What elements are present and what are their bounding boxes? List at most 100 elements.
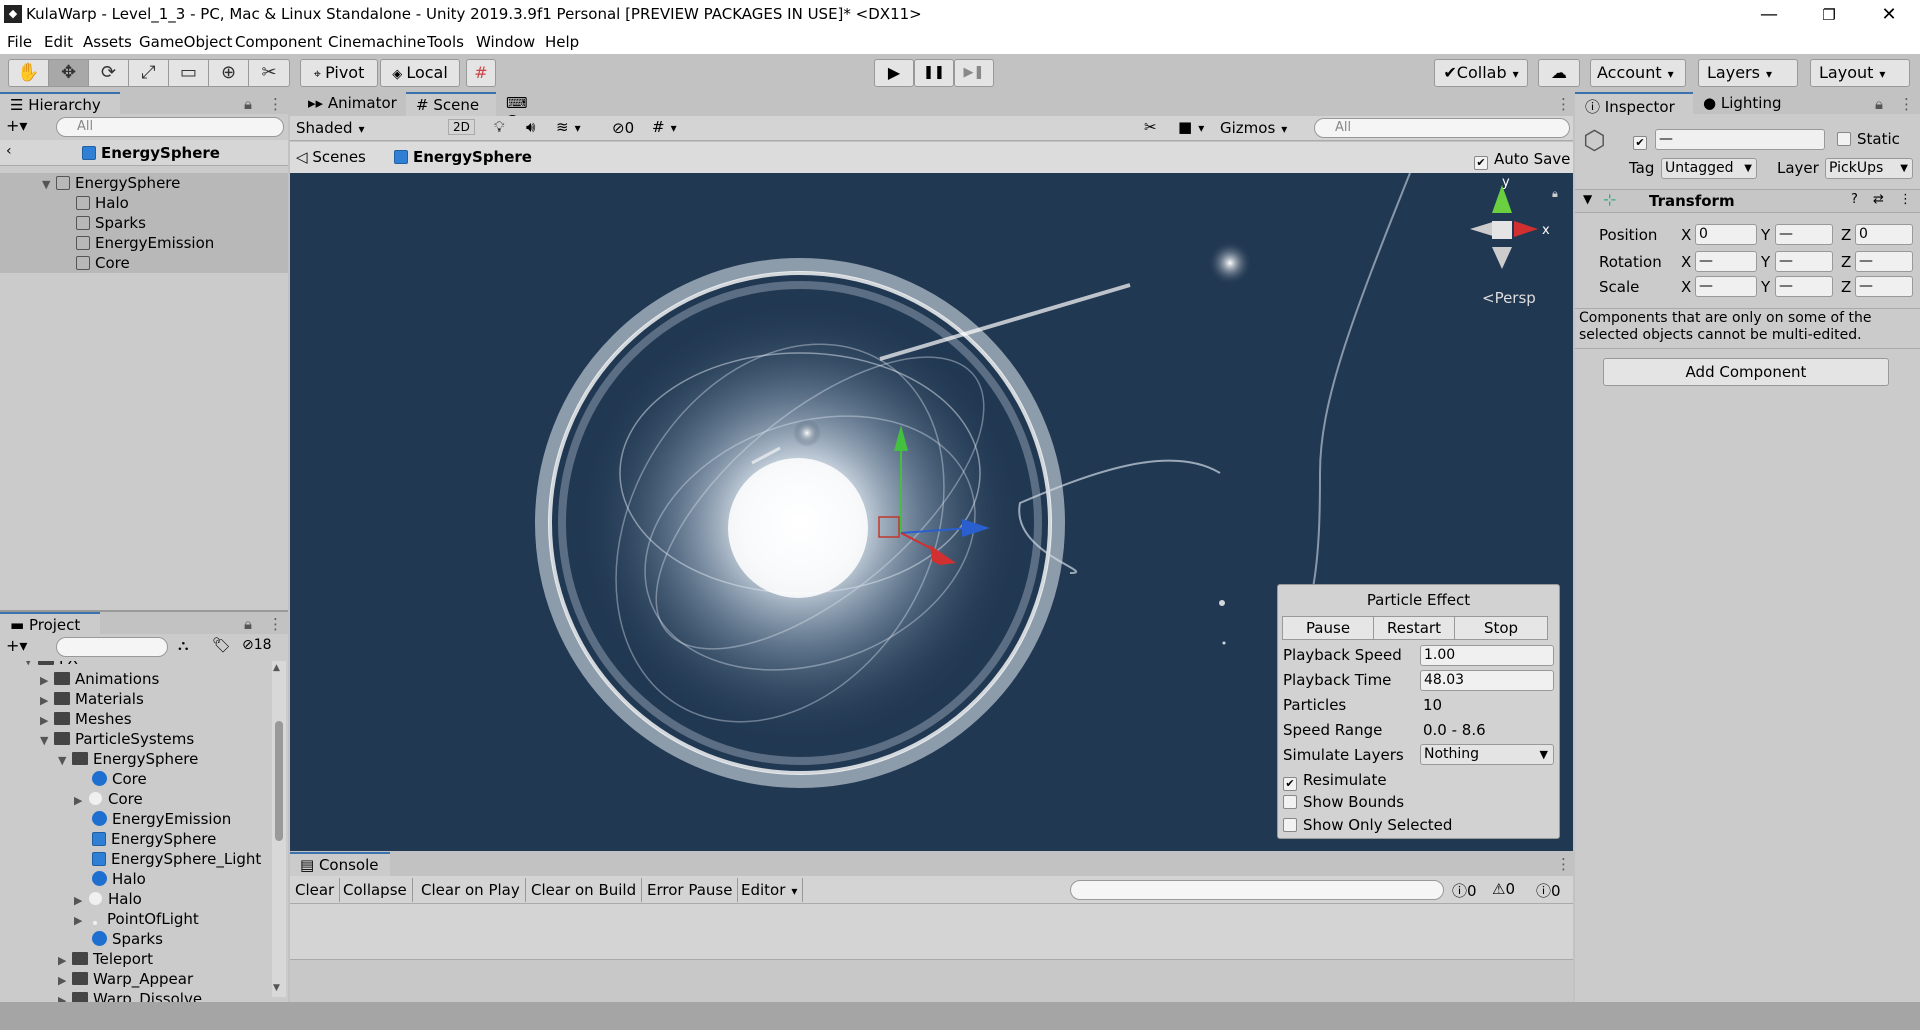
position-x-field[interactable]: 0 [1695, 224, 1757, 245]
menu-window[interactable]: Window [476, 33, 535, 51]
breadcrumb-current[interactable]: EnergySphere [394, 148, 532, 166]
list-item[interactable]: Core [0, 769, 270, 789]
tab-inspector[interactable]: ⓘ Inspector [1575, 92, 1693, 116]
hierarchy-item[interactable]: Core [0, 253, 288, 273]
grid-toggle-icon[interactable]: # [652, 118, 677, 136]
expand-arrow-icon[interactable]: ▼ [40, 731, 54, 751]
list-item[interactable]: ▶ Warp_Appear [0, 969, 270, 989]
close-icon[interactable]: ✕ [1866, 2, 1912, 28]
collapsed-arrow-icon[interactable]: ▶ [40, 691, 54, 711]
more-icon[interactable]: ⋮ [1556, 855, 1571, 873]
scale-x-field[interactable]: — [1695, 276, 1757, 297]
menu-tools[interactable]: Tools [427, 33, 464, 51]
local-button[interactable]: ◈ Local [380, 59, 460, 87]
scroll-down-icon[interactable]: ▼ [273, 983, 280, 993]
add-component-button[interactable]: Add Component [1603, 358, 1889, 386]
shading-dropdown[interactable]: Shaded [296, 119, 442, 137]
menu-gameobject[interactable]: GameObject [139, 33, 233, 51]
expand-arrow-icon[interactable]: ▼ [42, 175, 56, 195]
collapsed-arrow-icon[interactable]: ▶ [40, 711, 54, 731]
cloud-icon[interactable]: ☁ [1538, 59, 1580, 87]
lock-icon[interactable]: 🔒︎ [1552, 187, 1558, 201]
console-log-area[interactable] [290, 904, 1573, 960]
menu-assets[interactable]: Assets [83, 33, 132, 51]
tab-scene[interactable]: # Scene [406, 92, 496, 116]
tools-icon[interactable]: ✂ [1144, 118, 1157, 136]
collab-dropdown[interactable]: ✔Collab [1434, 59, 1528, 87]
error-pause-button[interactable]: Error Pause [642, 878, 739, 902]
tab-hierarchy[interactable]: ☰ Hierarchy [0, 92, 120, 116]
tab-animator[interactable]: ▸▸ Animator [298, 92, 408, 116]
pivot-button[interactable]: ⌖ Pivot [300, 59, 378, 87]
more-icon[interactable]: ⋮ [268, 95, 283, 113]
rotate-icon[interactable]: ⟳ [89, 60, 129, 86]
list-item[interactable]: ▶ Materials [0, 689, 270, 709]
menu-help[interactable]: Help [545, 33, 579, 51]
list-item[interactable]: ▶ PointOfLight [0, 909, 270, 929]
transform-icon[interactable]: ⊕ [209, 60, 249, 86]
hidden-objects-icon[interactable]: ⊘0 [612, 119, 634, 137]
hierarchy-item[interactable]: ▼ EnergySphere [0, 173, 288, 193]
tag-dropdown[interactable]: Untagged ▼ [1661, 158, 1757, 179]
filter-label-icon[interactable]: 🏷︎ [212, 636, 231, 654]
projection-label[interactable]: <Persp [1482, 289, 1536, 307]
list-item[interactable]: ▶ Teleport [0, 949, 270, 969]
list-item[interactable]: ▶ Animations [0, 669, 270, 689]
scroll-thumb[interactable] [275, 721, 283, 841]
rotation-y-field[interactable]: — [1775, 251, 1833, 272]
grid-snap-icon[interactable]: # [466, 59, 496, 87]
clear-button[interactable]: Clear [290, 878, 341, 902]
list-item[interactable]: EnergySphere_Light [0, 849, 270, 869]
pause-icon[interactable]: ❚❚ [914, 59, 954, 87]
list-item[interactable]: ▼ EnergySphere [0, 749, 270, 769]
add-icon[interactable]: +▾ [6, 636, 27, 655]
auto-save-toggle[interactable]: ✔ Auto Save [1474, 150, 1570, 170]
collapsed-arrow-icon[interactable]: ▶ [58, 971, 72, 991]
add-icon[interactable]: +▾ [6, 116, 27, 135]
rect-icon[interactable]: ▭ [169, 60, 209, 86]
hierarchy-item[interactable]: Halo [0, 193, 288, 213]
lighting-icon[interactable]: 💡︎ [494, 118, 505, 136]
collapse-button[interactable]: Collapse [338, 878, 413, 902]
tab-project[interactable]: ▬ Project [0, 612, 100, 636]
menu-component[interactable]: Component [235, 33, 322, 51]
audio-icon[interactable]: 🔊︎ [526, 118, 535, 136]
project-scrollbar[interactable]: ▲ ▼ [272, 661, 286, 997]
stop-button[interactable]: Stop [1454, 616, 1548, 640]
simulate-layers-dropdown[interactable]: Nothing ▼ [1420, 744, 1554, 765]
scale-y-field[interactable]: — [1775, 276, 1833, 297]
error-count[interactable]: ⓘ0 [1536, 880, 1561, 901]
hierarchy-search[interactable]: All [56, 117, 284, 137]
camera-icon[interactable]: ■ [1178, 118, 1204, 136]
hierarchy-item[interactable]: Sparks [0, 213, 288, 233]
layers-dropdown[interactable]: Layers [1698, 59, 1798, 87]
warning-count[interactable]: ⚠0 [1492, 880, 1515, 898]
more-icon[interactable]: ⋮ [1899, 95, 1914, 113]
scale-z-field[interactable]: — [1855, 276, 1913, 297]
position-z-field[interactable]: 0 [1855, 224, 1913, 245]
clear-on-play-button[interactable]: Clear on Play [416, 878, 526, 902]
pause-button[interactable]: Pause [1282, 616, 1374, 640]
2d-toggle[interactable]: 2D [448, 119, 475, 135]
list-item[interactable]: Halo [0, 869, 270, 889]
lock-icon[interactable]: 🔒︎ [1875, 95, 1883, 113]
playback-time-field[interactable]: 48.03 [1420, 670, 1554, 691]
expand-arrow-icon[interactable]: ▼ [58, 751, 72, 771]
hidden-count[interactable]: ⊘18 [242, 637, 272, 653]
scene-search[interactable]: All [1314, 118, 1570, 138]
menu-cinemachine[interactable]: Cinemachine [328, 33, 426, 51]
tab-console[interactable]: ▤ Console [290, 852, 390, 876]
scale-icon[interactable]: ⤢ [129, 60, 169, 86]
orientation-gizmo[interactable] [1470, 185, 1538, 269]
tab-game[interactable]: ⌨ Game [496, 92, 586, 130]
scene-viewport[interactable]: y x 🔒︎ <Persp Particle Effect Pause Rest… [290, 173, 1573, 851]
list-item[interactable]: EnergyEmission [0, 809, 270, 829]
move-icon[interactable]: ✥ [49, 60, 89, 86]
lock-icon[interactable]: 🔒︎ [244, 615, 252, 633]
list-item[interactable]: ▶ Core [0, 789, 270, 809]
scroll-up-icon[interactable]: ▲ [273, 663, 280, 673]
minimize-icon[interactable]: — [1746, 2, 1792, 28]
layer-dropdown[interactable]: PickUps ▼ [1825, 158, 1913, 179]
collapsed-arrow-icon[interactable]: ▶ [74, 891, 88, 911]
editor-dropdown[interactable]: Editor [736, 878, 804, 902]
